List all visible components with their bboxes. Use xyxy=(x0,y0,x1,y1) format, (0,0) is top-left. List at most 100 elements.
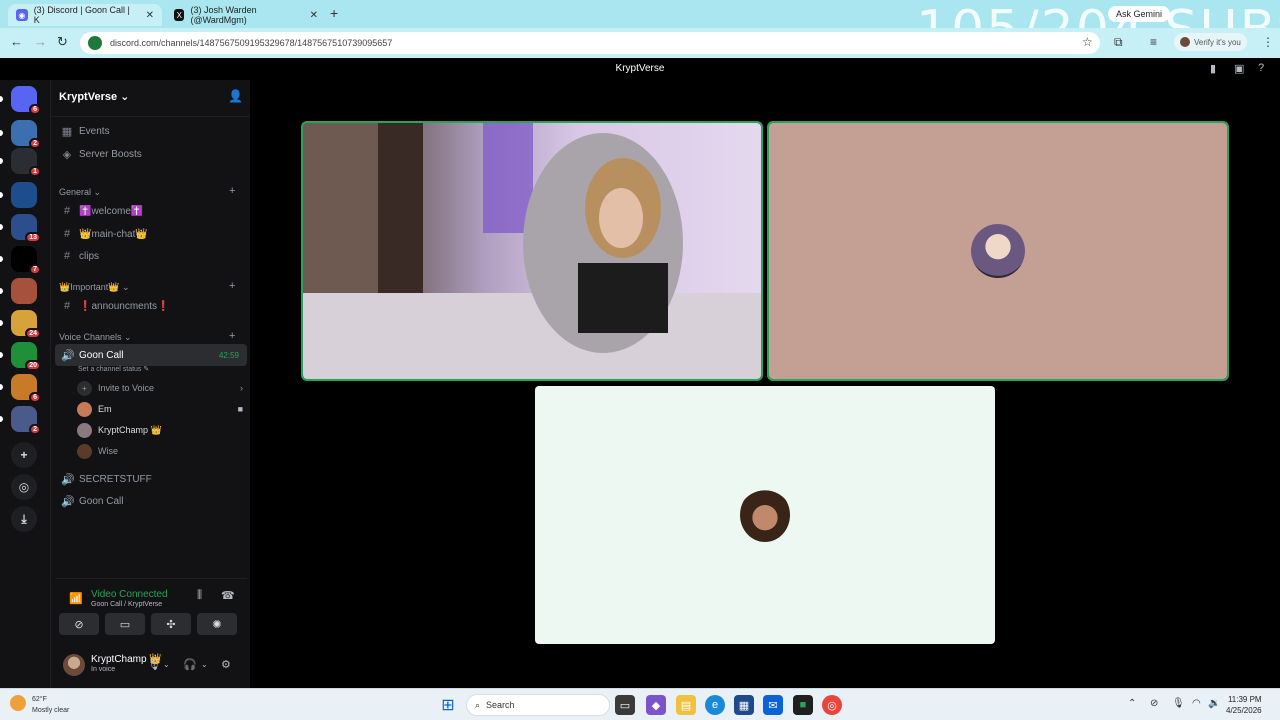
back-icon[interactable]: ← xyxy=(10,34,23,49)
server-4-icon[interactable] xyxy=(11,278,37,304)
terminal-icon[interactable]: ■ xyxy=(793,695,813,715)
server-3-icon[interactable]: 13 xyxy=(11,214,41,243)
chevron-up-icon[interactable]: ⌃ xyxy=(1128,698,1136,709)
server-kick-icon[interactable] xyxy=(11,182,37,208)
server-8-icon[interactable]: 2 xyxy=(11,406,41,435)
network-status-icon[interactable]: ⊘ xyxy=(1150,698,1158,709)
category-important[interactable]: 👑Important👑 ⌄ xyxy=(59,282,129,293)
microphone-icon[interactable]: 🎙 xyxy=(1172,698,1185,709)
extensions-icon[interactable]: ⧉ xyxy=(1114,35,1123,50)
file-explorer-icon[interactable]: ▤ xyxy=(676,695,696,715)
voice-member[interactable]: Wise xyxy=(77,441,243,461)
bookmark-icon[interactable]: ▮ xyxy=(1210,62,1216,75)
reload-icon[interactable]: ↻ xyxy=(57,34,68,50)
category-voice-channels[interactable]: Voice Channels ⌄ xyxy=(59,332,132,343)
new-tab-icon[interactable]: + xyxy=(330,5,338,21)
weather-temp: 62°F xyxy=(32,696,47,703)
profile-chip[interactable]: Verify it's you xyxy=(1174,33,1247,51)
create-channel-icon[interactable]: + xyxy=(229,185,235,197)
sidebar-item-server-boosts[interactable]: ◈ Server Boosts xyxy=(55,143,247,165)
video-tile-wise[interactable] xyxy=(535,386,995,644)
channel-status-label: Set a channel status xyxy=(78,366,142,373)
sidebar-item-events[interactable]: ▦ Events xyxy=(55,120,247,142)
server-5-icon[interactable]: 24 xyxy=(11,310,41,339)
outlook-icon[interactable]: ✉ xyxy=(763,695,783,715)
weather-widget[interactable]: 62°F Mostly clear xyxy=(32,694,69,716)
weather-icon[interactable] xyxy=(10,695,26,711)
inbox-icon[interactable]: ▣ xyxy=(1234,62,1244,75)
voice-subtitle[interactable]: Goon Call / KryptVerse xyxy=(91,601,162,608)
wifi-icon[interactable]: ◠ xyxy=(1192,698,1201,709)
speaker-icon: 🔊 xyxy=(61,473,75,486)
invite-to-voice[interactable]: + Invite to Voice › xyxy=(77,378,243,398)
camera-off-icon: ⊘ xyxy=(74,618,84,631)
category-general[interactable]: General ⌄ xyxy=(59,187,101,198)
create-channel-icon[interactable]: + xyxy=(229,280,235,292)
activities-button[interactable]: ✣ xyxy=(151,613,191,635)
discover-icon[interactable]: ◎ xyxy=(11,474,37,500)
signal-icon[interactable]: 📶 xyxy=(69,592,83,605)
voice-member[interactable]: KryptChamp 👑 xyxy=(77,420,243,440)
voice-channel-secretstuff[interactable]: 🔊 SECRETSTUFF xyxy=(55,468,247,490)
add-server-icon[interactable]: + xyxy=(11,442,37,468)
download-icon[interactable]: ⤓ xyxy=(11,506,37,532)
copilot-icon[interactable]: ◆ xyxy=(646,695,666,715)
bookmark-star-icon[interactable]: ☆ xyxy=(1082,35,1093,49)
address-bar-row: ← → ↻ discord.com/channels/1487567509195… xyxy=(0,28,1280,58)
video-tile-em[interactable] xyxy=(301,121,763,381)
site-info-icon[interactable] xyxy=(88,36,102,50)
chevron-down-icon[interactable]: ⌄ xyxy=(163,660,170,669)
invite-people-icon[interactable]: 👤 xyxy=(228,89,243,103)
noise-suppression-icon[interactable]: ⫼ xyxy=(197,589,202,602)
discord-home-icon[interactable]: 6 xyxy=(11,86,41,115)
chrome-icon[interactable]: ◎ xyxy=(822,695,842,715)
store-icon[interactable]: ▦ xyxy=(734,695,754,715)
server-1-icon[interactable]: 2 xyxy=(11,120,41,149)
taskbar-search[interactable]: ⌕ Search xyxy=(466,694,610,716)
camera-off-button[interactable]: ⊘ xyxy=(59,613,99,635)
close-tab-icon[interactable]: ✕ xyxy=(146,10,154,21)
channel-main-chat[interactable]: # 👑main-chat👑 xyxy=(55,223,247,245)
server-name: KryptVerse xyxy=(59,91,118,103)
help-icon[interactable]: ? xyxy=(1258,62,1264,74)
tab-discord[interactable]: ◉ (3) Discord | Goon Call | K ✕ xyxy=(8,4,162,26)
channel-label: SECRETSTUFF xyxy=(79,473,152,485)
channel-status[interactable]: Set a channel status ✎ xyxy=(78,365,149,373)
menu-icon[interactable]: ⋮ xyxy=(1262,35,1274,49)
server-name-dropdown[interactable]: KryptVerse ⌄ xyxy=(59,90,129,103)
microphone-icon[interactable]: 🎙 xyxy=(147,658,161,671)
voice-member[interactable]: Em ■ xyxy=(77,399,243,419)
forward-icon[interactable]: → xyxy=(34,34,47,49)
server-dc-icon[interactable]: 7 xyxy=(11,246,41,275)
url-text: discord.com/channels/1487567509195329678… xyxy=(110,38,393,48)
headphones-icon[interactable]: 🎧 xyxy=(183,658,197,671)
chevron-down-icon[interactable]: ⌄ xyxy=(201,660,208,669)
voice-channel-goon-call[interactable]: 🔊 Goon Call 42:59 xyxy=(55,344,247,366)
create-channel-icon[interactable]: + xyxy=(229,330,235,342)
discord-favicon-icon: ◉ xyxy=(16,9,28,21)
tab-search-icon[interactable]: ≡ xyxy=(1150,35,1157,49)
voice-channel-goon-call-2[interactable]: 🔊 Goon Call xyxy=(55,490,247,512)
avatar[interactable] xyxy=(63,654,85,676)
channel-clips[interactable]: # clips xyxy=(55,245,247,267)
channel-welcome[interactable]: # ✝️welcome✝️ xyxy=(55,200,247,222)
server-6-icon[interactable]: 20 xyxy=(11,342,41,371)
ask-gemini-button[interactable]: Ask Gemini xyxy=(1108,6,1171,22)
close-tab-icon[interactable]: ✕ xyxy=(310,10,318,21)
tab-x[interactable]: X (3) Josh Warden (@WardMgm) ✕ xyxy=(166,4,326,26)
screen-share-icon: ▭ xyxy=(119,618,131,631)
server-7-icon[interactable]: 6 xyxy=(11,374,41,403)
start-icon[interactable]: ⊞ xyxy=(438,695,458,715)
disconnect-icon[interactable]: ☎ xyxy=(221,589,235,602)
volume-icon[interactable]: 🔉 xyxy=(1208,698,1220,709)
task-view-icon[interactable]: ▭ xyxy=(615,695,635,715)
screen-share-button[interactable]: ▭ xyxy=(105,613,145,635)
soundboard-button[interactable]: ✺ xyxy=(197,613,237,635)
video-tile-kryptchamp[interactable] xyxy=(767,121,1229,381)
edge-icon[interactable]: e xyxy=(705,695,725,715)
gear-icon[interactable]: ⚙ xyxy=(221,658,231,671)
system-clock[interactable]: 11:39 PM 4/25/2026 xyxy=(1226,694,1262,716)
server-2-icon[interactable]: 1 xyxy=(11,148,41,177)
channel-announcements[interactable]: # ❗announcments❗ xyxy=(55,295,247,317)
url-field[interactable]: discord.com/channels/1487567509195329678… xyxy=(80,32,1100,54)
